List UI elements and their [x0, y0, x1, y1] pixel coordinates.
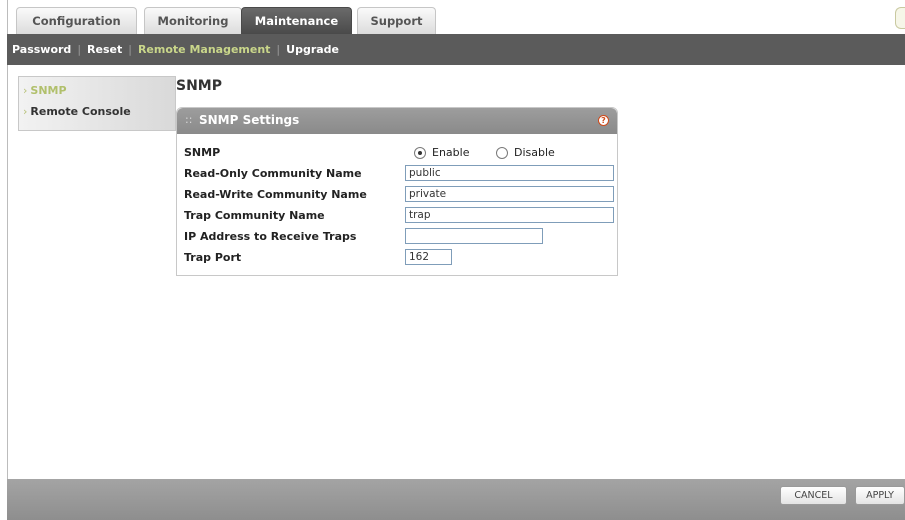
apply-button[interactable]: APPLY [855, 486, 905, 505]
subnav-password[interactable]: Password [12, 43, 71, 56]
subnav-separator: | [276, 43, 281, 56]
sub-navigation: Password | Reset | Remote Management | U… [7, 34, 905, 65]
tab-configuration[interactable]: Configuration [16, 7, 137, 34]
subnav-reset[interactable]: Reset [87, 43, 122, 56]
subnav-separator: | [128, 43, 132, 56]
chevron-right-icon: › [23, 84, 28, 97]
trap-ip-row: IP Address to Receive Traps [177, 226, 617, 247]
bottom-action-bar: CANCEL APPLY [7, 479, 905, 520]
cancel-button[interactable]: CANCEL [780, 486, 847, 505]
subnav-remote-management[interactable]: Remote Management [138, 43, 270, 56]
disable-radio[interactable] [496, 146, 508, 159]
trap-ip-input[interactable] [405, 228, 543, 244]
trap-community-row: Trap Community Name [177, 205, 617, 226]
enable-label: Enable [432, 146, 470, 159]
chevron-right-icon: › [23, 105, 28, 118]
top-tab-strip: Configuration Monitoring Maintenance Sup… [7, 0, 905, 34]
leftmenu-item-label: SNMP [30, 84, 67, 97]
read-write-community-input[interactable] [405, 186, 614, 202]
field-label: IP Address to Receive Traps [184, 230, 357, 243]
read-write-community-row: Read-Write Community Name [177, 184, 617, 205]
snmp-row: SNMP Enable Disable [177, 142, 617, 163]
subnav-separator: | [77, 43, 82, 56]
page-title: SNMP [176, 78, 222, 94]
tab-support[interactable]: Support [357, 7, 436, 34]
field-label: Read-Write Community Name [184, 188, 367, 201]
field-label: Read-Only Community Name [184, 167, 362, 180]
disable-radio-option[interactable]: Disable [496, 146, 555, 159]
leftmenu-item-label: Remote Console [30, 105, 131, 118]
read-only-community-input[interactable] [405, 165, 614, 181]
leftmenu-item-remote-console[interactable]: › Remote Console [23, 105, 131, 118]
read-only-community-row: Read-Only Community Name [177, 163, 617, 184]
content-area: › SNMP › Remote Console SNMP :: SNMP Setti… [7, 65, 905, 479]
snmp-settings-panel: :: SNMP Settings ? SNMP Enable Disable R… [176, 107, 618, 276]
help-icon[interactable]: ? [598, 115, 609, 126]
enable-radio-option[interactable]: Enable [414, 146, 469, 159]
grip-icon: :: [185, 113, 193, 126]
field-label: Trap Port [184, 251, 242, 264]
trap-port-input[interactable] [405, 249, 452, 265]
subnav-upgrade[interactable]: Upgrade [286, 43, 339, 56]
left-menu: › SNMP › Remote Console [18, 76, 176, 131]
leftmenu-item-snmp[interactable]: › SNMP [23, 84, 67, 97]
tab-maintenance[interactable]: Maintenance [241, 7, 352, 34]
trap-port-row: Trap Port [177, 247, 617, 268]
field-label: Trap Community Name [184, 209, 325, 222]
enable-radio[interactable] [414, 146, 426, 159]
tab-monitoring[interactable]: Monitoring [144, 7, 242, 34]
disable-label: Disable [514, 146, 555, 159]
snmp-label: SNMP [184, 146, 221, 159]
corner-button[interactable] [895, 7, 905, 29]
trap-community-input[interactable] [405, 207, 614, 223]
panel-title: SNMP Settings [199, 113, 300, 127]
panel-header: :: SNMP Settings ? [177, 108, 617, 134]
